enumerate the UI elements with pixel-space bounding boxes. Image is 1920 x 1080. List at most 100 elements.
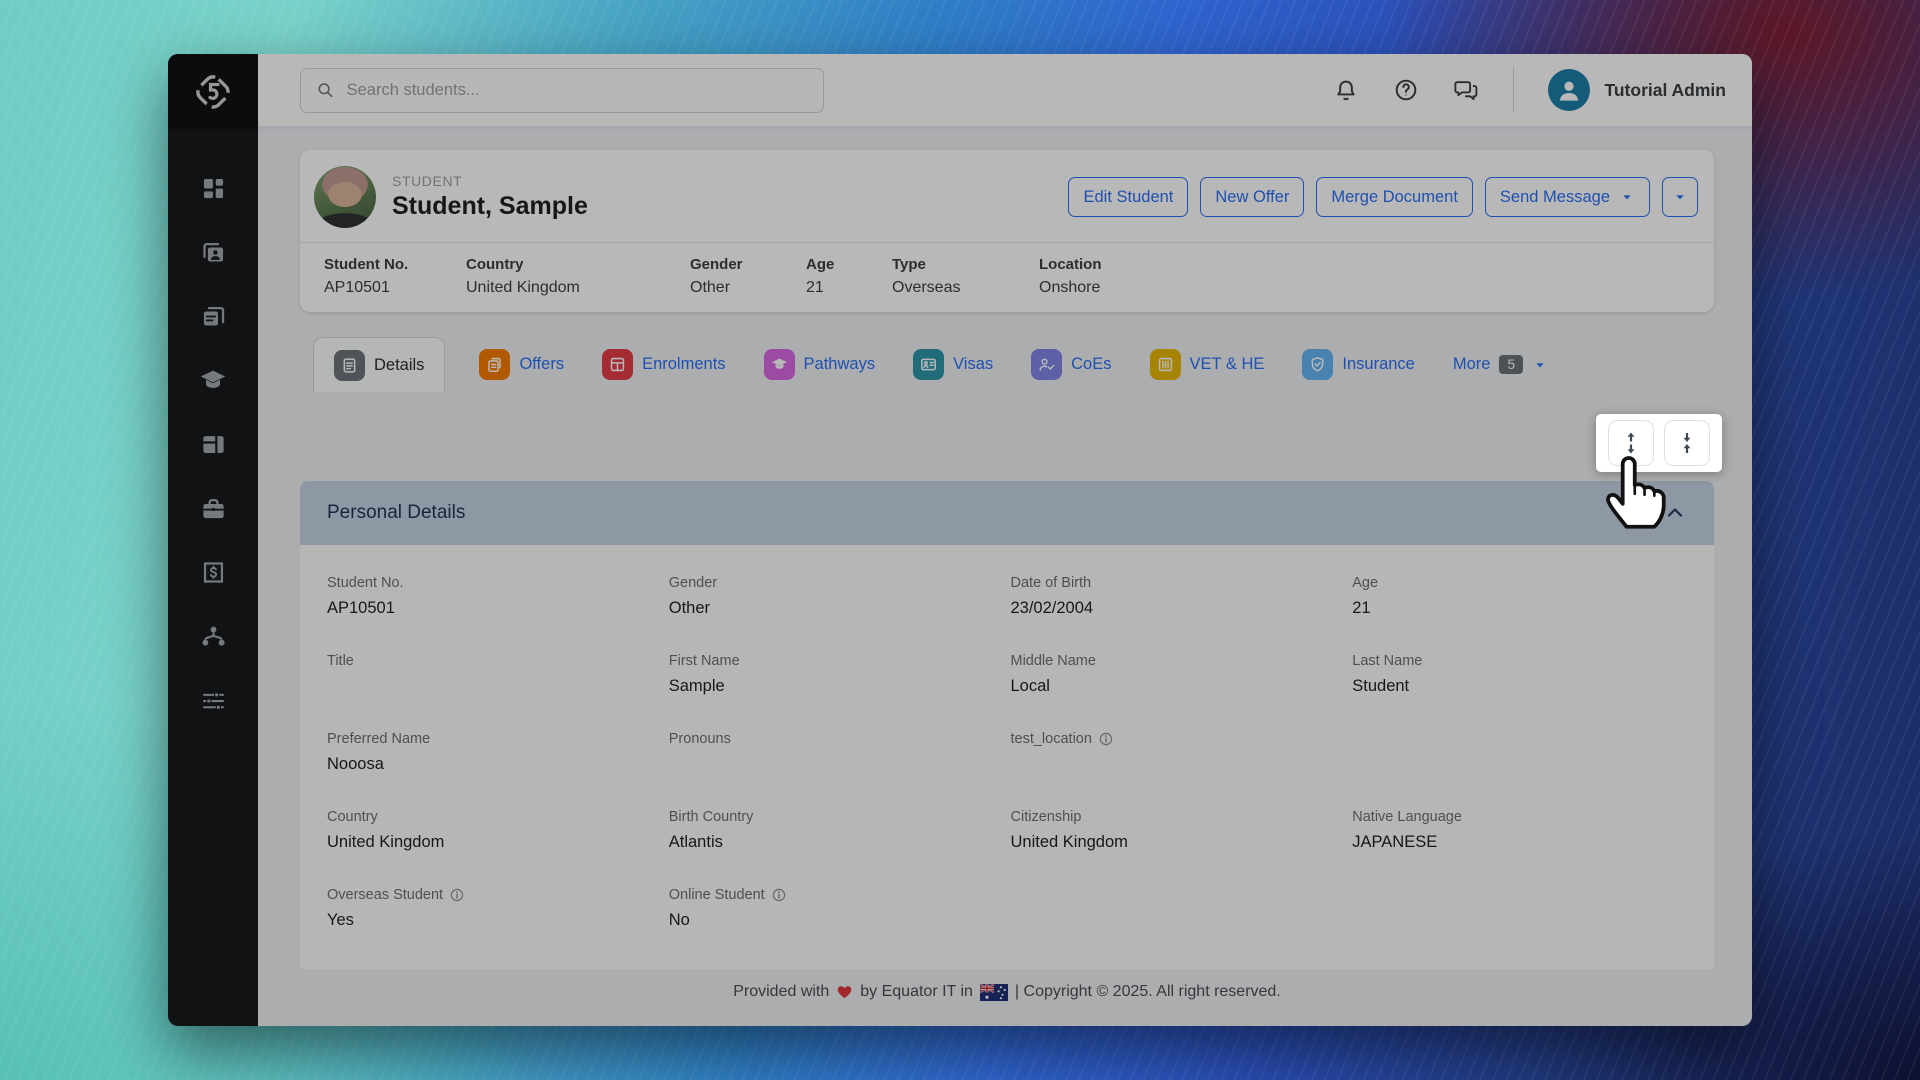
field-cell: Birth Country Atlantis	[669, 809, 1011, 861]
personal-details-fields: Student No.AP10501GenderOtherDate of Bir…	[300, 545, 1714, 969]
tab-enrolments[interactable]: Enrolments	[598, 337, 729, 392]
topbar: Tutorial Admin	[258, 54, 1752, 129]
student-header-card: STUDENT Student, Sample Edit Student New …	[300, 150, 1714, 312]
sidebar-item-courses[interactable]	[196, 363, 230, 397]
sidebar-item-services[interactable]	[196, 491, 230, 525]
panel-title: Personal Details	[327, 502, 465, 524]
field-value: Other	[669, 599, 993, 618]
stat-label: Student No.	[324, 256, 466, 273]
field-value: Student	[1352, 677, 1676, 696]
contacts-icon	[200, 239, 227, 266]
personal-details-panel: Personal Details Student No.AP10501Gende…	[300, 481, 1714, 969]
field-cell: Date of Birth 23/02/2004	[1011, 575, 1353, 627]
layout-icon	[200, 431, 227, 458]
stat-value: 21	[806, 279, 892, 297]
stat-item: LocationOnshore	[1039, 256, 1690, 297]
tab-visas[interactable]: Visas	[909, 337, 997, 392]
shield-check-icon	[1302, 349, 1333, 380]
field-cell: Overseas Student Yes	[327, 887, 669, 939]
sidebar-item-offers[interactable]	[196, 299, 230, 333]
collapse-all-icon	[1675, 431, 1699, 455]
tab-pathways[interactable]: Pathways	[760, 337, 880, 392]
field-cell: Title	[327, 653, 669, 705]
app-logo[interactable]	[168, 54, 258, 129]
doc-lines-icon	[334, 350, 365, 381]
field-value: Atlantis	[669, 833, 993, 852]
grad-cap-icon	[764, 349, 795, 380]
field-label: Pronouns	[669, 731, 993, 747]
messages-chat-icon[interactable]	[1453, 77, 1479, 103]
stat-label: Country	[466, 256, 690, 273]
student-name: Student, Sample	[392, 192, 588, 221]
tab-vet-he[interactable]: VET & HE	[1146, 337, 1269, 392]
stat-item: Student No.AP10501	[324, 256, 466, 297]
field-label: test_location	[1011, 731, 1335, 747]
cards-icon	[200, 303, 227, 330]
heart-icon	[836, 984, 853, 1000]
tab-offers[interactable]: Offers	[475, 337, 568, 392]
expand-all-icon	[1619, 431, 1643, 455]
tutorial-spotlight	[1596, 414, 1722, 472]
sidebar-item-finance[interactable]	[196, 555, 230, 589]
more-actions-button[interactable]	[1662, 177, 1698, 217]
field-label: Title	[327, 653, 651, 669]
tab-coes[interactable]: CoEs	[1027, 337, 1115, 392]
field-cell: Last NameStudent	[1352, 653, 1694, 705]
help-icon[interactable]	[1393, 77, 1419, 103]
doc-copy-icon	[479, 349, 510, 380]
search-icon	[315, 79, 336, 101]
collapse-all-button[interactable]	[1664, 420, 1710, 466]
field-cell: Online StudentNo	[669, 887, 1011, 939]
chevron-up-icon[interactable]	[1663, 501, 1687, 525]
tab-more[interactable]: More5	[1449, 337, 1552, 392]
field-label: Birth Country	[669, 809, 993, 825]
sidebar-item-settings[interactable]	[196, 683, 230, 717]
field-value: Yes	[327, 911, 651, 930]
search-input[interactable]	[347, 81, 809, 100]
stat-value: Overseas	[892, 279, 1039, 297]
australia-flag-icon	[980, 984, 1008, 1001]
info-icon	[450, 888, 464, 902]
network-icon	[200, 623, 227, 650]
stat-label: Location	[1039, 256, 1690, 273]
expand-all-button[interactable]	[1608, 420, 1654, 466]
field-cell: Gender Other	[669, 575, 1011, 627]
edit-student-button[interactable]: Edit Student	[1068, 177, 1188, 217]
send-message-button[interactable]: Send Message	[1485, 177, 1650, 217]
footer-text-1: Provided with	[733, 983, 829, 1001]
sidebar-item-dashboard[interactable]	[196, 171, 230, 205]
search-box[interactable]	[300, 68, 824, 113]
merge-document-button[interactable]: Merge Document	[1316, 177, 1473, 217]
sidebar	[168, 54, 258, 1026]
briefcase-icon	[200, 495, 227, 522]
user-menu[interactable]: Tutorial Admin	[1548, 69, 1726, 111]
field-value: 23/02/2004	[1011, 599, 1335, 618]
footer-text-2: by Equator IT in	[860, 983, 973, 1001]
field-label: Age	[1352, 575, 1676, 591]
tab-insurance[interactable]: Insurance	[1298, 337, 1418, 392]
table-icon	[602, 349, 633, 380]
student-kicker: STUDENT	[392, 173, 588, 189]
student-title-block: STUDENT Student, Sample	[392, 173, 588, 221]
sidebar-item-agents[interactable]	[196, 619, 230, 653]
field-value: United Kingdom	[1011, 833, 1335, 852]
tab-details[interactable]: Details	[313, 337, 445, 392]
notifications-bell-icon[interactable]	[1333, 77, 1359, 103]
field-value: AP10501	[327, 599, 651, 618]
stat-label: Type	[892, 256, 1039, 273]
new-offer-button[interactable]: New Offer	[1200, 177, 1304, 217]
field-label: Overseas Student	[327, 887, 651, 903]
field-label: Date of Birth	[1011, 575, 1335, 591]
sidebar-item-classes[interactable]	[196, 427, 230, 461]
sidebar-item-students[interactable]	[196, 235, 230, 269]
stat-item: Country United Kingdom	[466, 256, 690, 297]
footer-text-3: | Copyright © 2025. All right reserved.	[1015, 983, 1281, 1001]
personal-details-panel-header[interactable]: Personal Details	[300, 481, 1714, 545]
stat-value: United Kingdom	[466, 279, 690, 297]
field-value: Nooosa	[327, 755, 651, 774]
field-cell: First NameSample	[669, 653, 1011, 705]
footer: Provided with by Equator IT in	[300, 983, 1714, 1013]
field-value: Sample	[669, 677, 993, 696]
field-label: Gender	[669, 575, 993, 591]
columns-icon	[1150, 349, 1181, 380]
